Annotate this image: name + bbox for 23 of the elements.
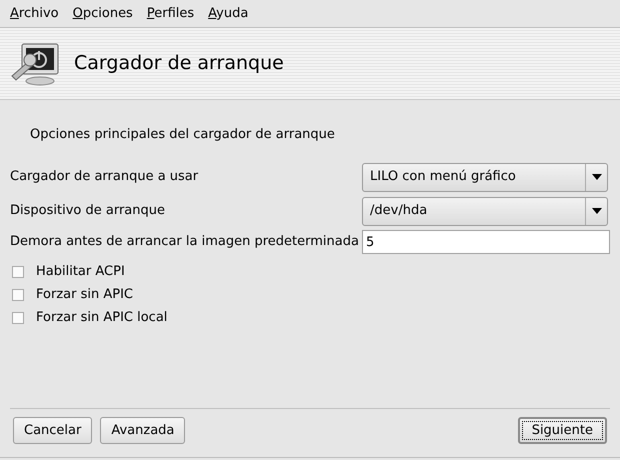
checkbox[interactable] — [12, 288, 24, 300]
dropdown[interactable]: /dev/hda — [362, 196, 608, 226]
field-label: Dispositivo de arranque — [10, 202, 166, 220]
checkbox[interactable] — [12, 312, 24, 324]
dialog-button[interactable]: Cancelar — [13, 417, 92, 444]
checkbox-label: Forzar sin APIC local — [36, 308, 168, 327]
section-subtitle: Opciones principales del cargador de arranque — [30, 127, 335, 142]
menu-item[interactable]: Perfiles — [140, 4, 200, 27]
dropdown[interactable]: LILO con menú gráfico — [362, 162, 608, 192]
delay-input[interactable]: 5 — [362, 230, 610, 254]
field-label: Cargador de arranque a usar — [10, 168, 200, 186]
dialog-button[interactable]: Siguiente — [518, 417, 607, 444]
dropdown-arrow-icon — [592, 208, 602, 214]
menu-item[interactable]: Opciones — [66, 4, 139, 27]
menu-item[interactable]: Ayuda — [202, 4, 254, 27]
dialog-button[interactable]: Avanzada — [100, 417, 186, 444]
checkbox-label: Habilitar ACPI — [36, 262, 125, 281]
page-title: Cargador de arranque — [74, 51, 284, 76]
field-label: Demora antes de arrancar la imagen predeterminada — [10, 233, 360, 252]
menu-item[interactable]: Archivo — [4, 4, 65, 27]
checkbox-label: Forzar sin APIC — [36, 286, 133, 304]
checkbox[interactable] — [12, 266, 24, 278]
dropdown-arrow-icon — [592, 174, 602, 180]
